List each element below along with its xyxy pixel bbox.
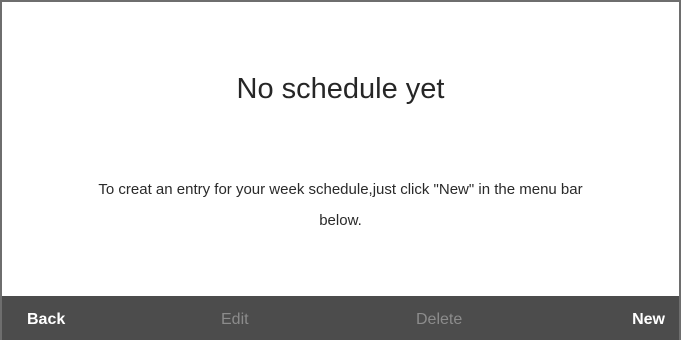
back-button[interactable]: Back [27,296,65,340]
empty-state-message-line-1: To creat an entry for your week schedule… [98,181,583,198]
empty-state-title: No schedule yet [236,73,445,105]
empty-state-message: To creat an entry for your week schedule… [32,174,649,236]
empty-state: No schedule yet To creat an entry for yo… [2,2,679,298]
empty-state-message-line-2: below. [319,212,362,229]
edit-button[interactable]: Edit [221,296,249,340]
menu-bar: Back Edit Delete New [2,296,679,340]
delete-button[interactable]: Delete [416,296,462,340]
new-button[interactable]: New [632,296,665,340]
schedule-panel: No schedule yet To creat an entry for yo… [0,0,681,340]
